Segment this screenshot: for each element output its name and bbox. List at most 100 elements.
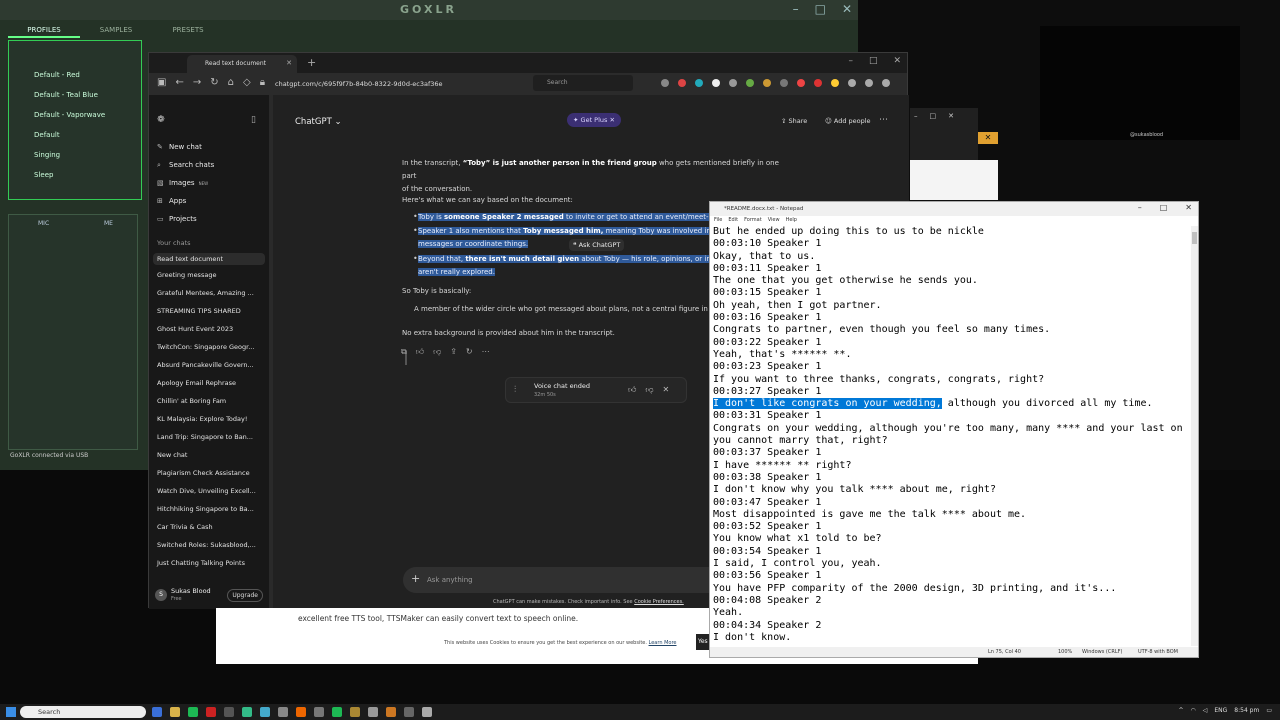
chat-history-item[interactable]: Ghost Hunt Event 2023 (157, 325, 233, 333)
new-tab-icon[interactable]: + (307, 56, 316, 69)
app-icon[interactable] (386, 707, 396, 717)
chat-history-item[interactable]: KL Malaysia: Explore Today! (157, 415, 247, 423)
close-icon[interactable]: ✕ (663, 385, 670, 394)
extension-icon[interactable] (865, 79, 873, 87)
close-icon[interactable]: ✕ (948, 112, 954, 120)
close-icon[interactable]: ✕ (893, 56, 901, 66)
address-bar[interactable]: chatgpt.com/c/695f9f7b-84b0-8322-9d0d-ec… (275, 77, 480, 91)
chat-history-item[interactable]: Switched Roles: Sukasblood,... (157, 541, 256, 549)
chat-history-item[interactable]: New chat (157, 451, 187, 459)
clock[interactable]: 8:54 pm (1234, 707, 1259, 714)
tab-samples[interactable]: SAMPLES (80, 22, 152, 38)
extension-icon[interactable] (678, 79, 686, 87)
back-icon[interactable]: ← (175, 77, 183, 88)
close-icon[interactable]: ✕ (610, 116, 615, 124)
extension-icon[interactable] (814, 79, 822, 87)
chat-history-item[interactable]: STREAMING TIPS SHARED (157, 307, 241, 315)
close-tab-icon[interactable]: ✕ (286, 59, 292, 67)
menu-icon[interactable] (882, 79, 890, 87)
chat-history-item[interactable]: Read text document (153, 253, 265, 265)
volume-icon[interactable]: ◁ (1203, 707, 1208, 714)
learn-more-link[interactable]: Learn More (649, 640, 677, 646)
thumbs-up-icon[interactable]: 👍︎ (628, 385, 636, 394)
tab-presets[interactable]: PRESETS (152, 22, 224, 38)
profile-item[interactable]: Sleep (34, 171, 53, 179)
app-icon[interactable] (206, 707, 216, 717)
folder-icon[interactable] (170, 707, 180, 717)
search-input[interactable]: Search (533, 75, 633, 91)
maximize-icon[interactable]: □ (815, 2, 826, 16)
profile-item[interactable]: Default - Vaporwave (34, 111, 105, 119)
chat-history-item[interactable]: Car Trivia & Cash (157, 523, 213, 531)
taskbar-search[interactable]: Search (20, 706, 146, 718)
scroll-thumb[interactable] (1192, 232, 1197, 244)
chat-history-item[interactable]: Apology Email Rephrase (157, 379, 236, 387)
extension-icon[interactable] (763, 79, 771, 87)
notification-icon[interactable]: ▭ (1266, 707, 1272, 714)
menu-view[interactable]: View (768, 217, 780, 223)
cookie-preferences-link[interactable]: Cookie Preferences. (634, 599, 684, 605)
sidebar-item-new-chat[interactable]: ✎ New chat (157, 143, 202, 151)
language-indicator[interactable]: ENG (1214, 707, 1227, 714)
app-icon[interactable] (368, 707, 378, 717)
notepad-icon[interactable] (422, 707, 432, 717)
maximize-icon[interactable]: □ (930, 112, 937, 120)
shield-icon[interactable]: ◇ (243, 77, 251, 88)
home-icon[interactable]: ⌂ (228, 77, 234, 88)
close-icon[interactable]: ✕ (842, 2, 852, 16)
plus-icon[interactable]: + (411, 572, 420, 585)
regenerate-icon[interactable]: ↻ (466, 347, 473, 356)
maximize-icon[interactable]: □ (869, 56, 878, 66)
tab-profiles[interactable]: PROFILES (8, 22, 80, 38)
sidebar-item-images[interactable]: ▧ Images NEW (157, 179, 208, 187)
chevron-up-icon[interactable]: ^ (1178, 707, 1183, 714)
upgrade-button[interactable]: Upgrade (227, 589, 263, 602)
thumbs-down-icon[interactable]: 👎︎ (433, 347, 441, 356)
extension-icon[interactable] (695, 79, 703, 87)
app-icon[interactable] (152, 707, 162, 717)
spotify-icon[interactable] (188, 707, 198, 717)
app-icon[interactable] (260, 707, 270, 717)
app-icon[interactable] (278, 707, 288, 717)
profile-item[interactable]: Default (34, 131, 60, 139)
minimize-icon[interactable]: – (1138, 203, 1142, 212)
chat-history-item[interactable]: TwitchCon: Singapore Geogr... (157, 343, 254, 351)
app-icon[interactable] (404, 707, 414, 717)
lock-icon[interactable]: 🔒︎ (260, 77, 265, 88)
app-icon[interactable] (224, 707, 234, 717)
tab-mic[interactable]: MIC (38, 220, 49, 227)
forward-icon[interactable]: → (193, 77, 201, 88)
chat-history-item[interactable]: Hitchhiking Singapore to Ba... (157, 505, 254, 513)
more-options-icon[interactable]: ⋯ (879, 115, 888, 125)
extension-icon[interactable] (797, 79, 805, 87)
extension-icon[interactable] (661, 79, 669, 87)
tab-me[interactable]: ME (104, 220, 113, 227)
minimize-icon[interactable]: – (848, 56, 853, 66)
openai-logo-icon[interactable]: ❁ (157, 115, 165, 125)
more-icon[interactable]: ⋯ (482, 347, 490, 356)
get-plus-button[interactable]: ✦ Get Plus ✕ (567, 113, 621, 127)
thumbs-down-icon[interactable]: 👎︎ (645, 385, 653, 394)
profile-item[interactable]: Default - Red (34, 71, 80, 79)
extension-icon[interactable] (848, 79, 856, 87)
notepad-text-area[interactable]: But he ended up doing this to us to be n… (713, 226, 1191, 646)
app-icon[interactable] (332, 707, 342, 717)
share-button[interactable]: ⇪ Share (781, 117, 807, 125)
minimize-icon[interactable]: – (793, 2, 799, 16)
sidebar-item-search-chats[interactable]: ⌕ Search chats (157, 161, 214, 170)
model-selector[interactable]: ChatGPT ⌄ (295, 117, 342, 127)
chat-history-item[interactable]: Grateful Mentees, Amazing ... (157, 289, 254, 297)
browser-tab[interactable]: Read text document ✕ (187, 55, 297, 73)
maximize-icon[interactable]: □ (1160, 203, 1168, 212)
profile-item[interactable]: Singing (34, 151, 60, 159)
sidebar-toggle-icon[interactable]: ▯ (251, 115, 256, 125)
app-icon[interactable] (242, 707, 252, 717)
extension-icon[interactable] (780, 79, 788, 87)
sidebar-icon[interactable]: ▣ (157, 77, 166, 88)
copy-icon[interactable]: ⧉ (401, 347, 407, 356)
chat-history-item[interactable]: Plagiarism Check Assistance (157, 469, 250, 477)
share-icon[interactable]: ⇪ (450, 347, 457, 356)
chat-history-item[interactable]: Absurd Pancakeville Govern... (157, 361, 254, 369)
thumbs-up-icon[interactable]: 👍︎ (416, 347, 424, 356)
sidebar-item-projects[interactable]: ▭ Projects (157, 215, 197, 223)
